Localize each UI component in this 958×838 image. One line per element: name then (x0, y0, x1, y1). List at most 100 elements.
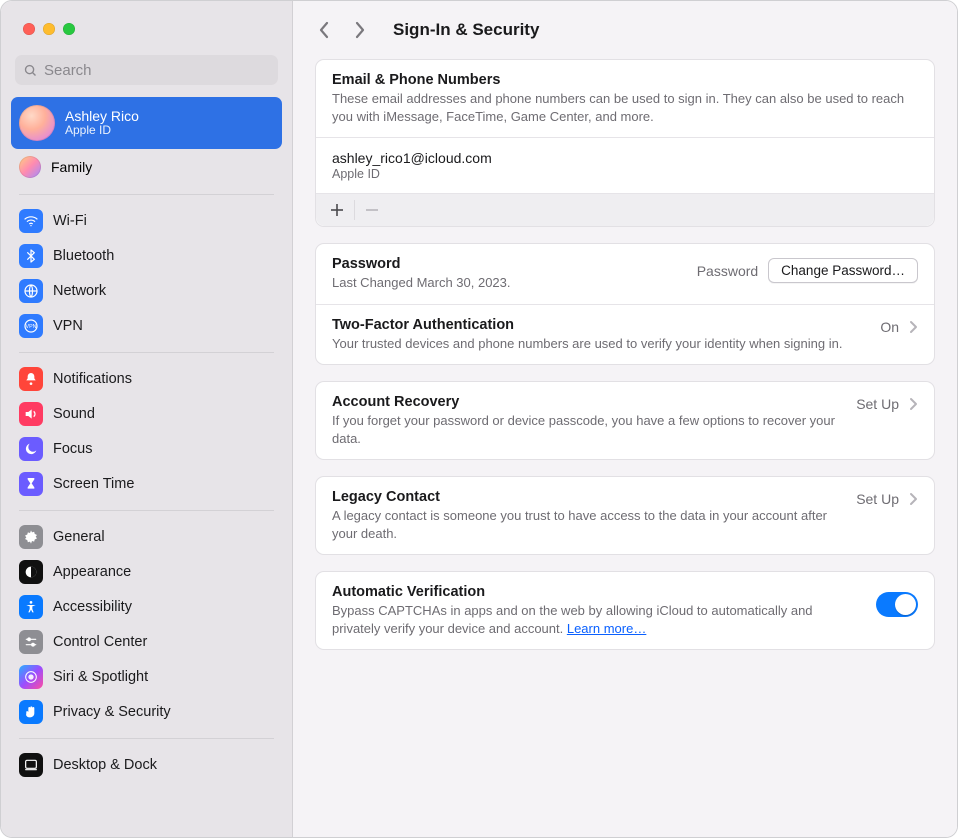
section-desc: Your trusted devices and phone numbers a… (332, 335, 868, 353)
user-name: Ashley Rico (65, 108, 139, 124)
row-account-recovery[interactable]: Account Recovery If you forget your pass… (316, 382, 934, 459)
sidebar-item-general[interactable]: General (11, 521, 282, 553)
section-title: Legacy Contact (332, 489, 844, 505)
row-automatic-verification: Automatic Verification Bypass CAPTCHAs i… (316, 572, 934, 649)
password-hint: Password (697, 263, 758, 279)
remove-button (357, 198, 387, 222)
sidebar-item-sound[interactable]: Sound (11, 398, 282, 430)
sidebar-item-label: Desktop & Dock (53, 757, 157, 773)
cc-icon (19, 630, 43, 654)
row-two-factor[interactable]: Two-Factor Authentication Your trusted d… (316, 304, 934, 365)
forward-button[interactable] (351, 17, 369, 43)
section-title: Email & Phone Numbers (332, 72, 918, 88)
sidebar-item-label: Wi-Fi (53, 213, 87, 229)
wifi-icon (19, 209, 43, 233)
sidebar-item-label: Network (53, 283, 106, 299)
hand-icon (19, 700, 43, 724)
sidebar-item-label: General (53, 529, 105, 545)
sidebar-item-bluetooth[interactable]: Bluetooth (11, 240, 282, 272)
chevron-right-icon (909, 320, 918, 334)
sidebar-item-control-center[interactable]: Control Center (11, 626, 282, 658)
avatar (19, 105, 55, 141)
sidebar-item-notifications[interactable]: Notifications (11, 363, 282, 395)
sidebar-item-apple-id[interactable]: Ashley Rico Apple ID (11, 97, 282, 149)
sidebar: Ashley Rico Apple ID Family Wi-Fi Bluetoo… (1, 1, 293, 837)
dock-icon (19, 753, 43, 777)
search-field[interactable] (15, 55, 278, 85)
chevron-right-icon (909, 492, 918, 506)
back-button[interactable] (315, 17, 333, 43)
section-desc: If you forget your password or device pa… (332, 412, 844, 447)
sidebar-item-privacy-security[interactable]: Privacy & Security (11, 696, 282, 728)
globe-icon (19, 279, 43, 303)
section-title: Two-Factor Authentication (332, 317, 868, 333)
bell-icon (19, 367, 43, 391)
svg-text:VPN: VPN (26, 324, 37, 330)
card-email-phone: Email & Phone Numbers These email addres… (315, 59, 935, 227)
search-icon (23, 63, 38, 78)
sidebar-item-label: Family (51, 159, 92, 175)
sidebar-item-label: Privacy & Security (53, 704, 171, 720)
row-legacy-contact[interactable]: Legacy Contact A legacy contact is someo… (316, 477, 934, 554)
card-password-2fa: Password Last Changed March 30, 2023. Pa… (315, 243, 935, 365)
sidebar-item-label: Control Center (53, 634, 147, 650)
sound-icon (19, 402, 43, 426)
page-title: Sign-In & Security (393, 20, 539, 40)
sidebar-item-label: Sound (53, 406, 95, 422)
sidebar-item-label: Bluetooth (53, 248, 114, 264)
email-row[interactable]: ashley_rico1@icloud.com Apple ID (316, 137, 934, 193)
card-automatic-verification: Automatic Verification Bypass CAPTCHAs i… (315, 571, 935, 650)
plus-icon (330, 203, 344, 217)
sidebar-item-label: Appearance (53, 564, 131, 580)
sidebar-item-appearance[interactable]: Appearance (11, 556, 282, 588)
minimize-icon[interactable] (43, 23, 55, 35)
add-button[interactable] (322, 198, 352, 222)
add-remove-bar (316, 193, 934, 226)
user-subtitle: Apple ID (65, 124, 139, 138)
search-input[interactable] (44, 62, 270, 79)
sidebar-item-label: Accessibility (53, 599, 132, 615)
email-value: ashley_rico1@icloud.com (332, 150, 918, 166)
sidebar-item-vpn[interactable]: VPNVPN (11, 310, 282, 342)
gear-icon (19, 525, 43, 549)
sidebar-item-wi-fi[interactable]: Wi-Fi (11, 205, 282, 237)
settings-window: Ashley Rico Apple ID Family Wi-Fi Bluetoo… (0, 0, 958, 838)
row-password: Password Last Changed March 30, 2023. Pa… (316, 244, 934, 304)
section-title: Password (332, 256, 685, 272)
fullscreen-icon[interactable] (63, 23, 75, 35)
section-desc: A legacy contact is someone you trust to… (332, 507, 844, 542)
automatic-verification-toggle[interactable] (876, 592, 918, 617)
family-icon (19, 156, 41, 178)
close-icon[interactable] (23, 23, 35, 35)
appear-icon (19, 560, 43, 584)
sidebar-item-desktop-dock[interactable]: Desktop & Dock (11, 749, 282, 781)
main-pane: Sign-In & Security Email & Phone Numbers… (293, 1, 957, 837)
chevron-right-icon (909, 397, 918, 411)
sidebar-item-accessibility[interactable]: Accessibility (11, 591, 282, 623)
bt-icon (19, 244, 43, 268)
sidebar-item-label: Siri & Spotlight (53, 669, 148, 685)
section-title: Account Recovery (332, 394, 844, 410)
sidebar-item-screen-time[interactable]: Screen Time (11, 468, 282, 500)
status-text: Set Up (856, 396, 899, 412)
change-password-button[interactable]: Change Password… (768, 258, 918, 283)
vpn-icon: VPN (19, 314, 43, 338)
learn-more-link[interactable]: Learn more… (567, 621, 646, 636)
sidebar-item-focus[interactable]: Focus (11, 433, 282, 465)
moon-icon (19, 437, 43, 461)
card-legacy-contact: Legacy Contact A legacy contact is someo… (315, 476, 935, 555)
status-text: On (880, 319, 899, 335)
sidebar-item-label: Screen Time (53, 476, 134, 492)
sidebar-item-family[interactable]: Family (11, 150, 282, 184)
section-desc: These email addresses and phone numbers … (332, 90, 918, 125)
sidebar-item-network[interactable]: Network (11, 275, 282, 307)
sidebar-item-siri-spotlight[interactable]: Siri & Spotlight (11, 661, 282, 693)
card-account-recovery: Account Recovery If you forget your pass… (315, 381, 935, 460)
siri-icon (19, 665, 43, 689)
section-desc: Last Changed March 30, 2023. (332, 274, 685, 292)
email-subtype: Apple ID (332, 167, 918, 181)
minus-icon (365, 203, 379, 217)
sidebar-item-label: Focus (53, 441, 93, 457)
hour-icon (19, 472, 43, 496)
header: Sign-In & Security (293, 1, 957, 55)
